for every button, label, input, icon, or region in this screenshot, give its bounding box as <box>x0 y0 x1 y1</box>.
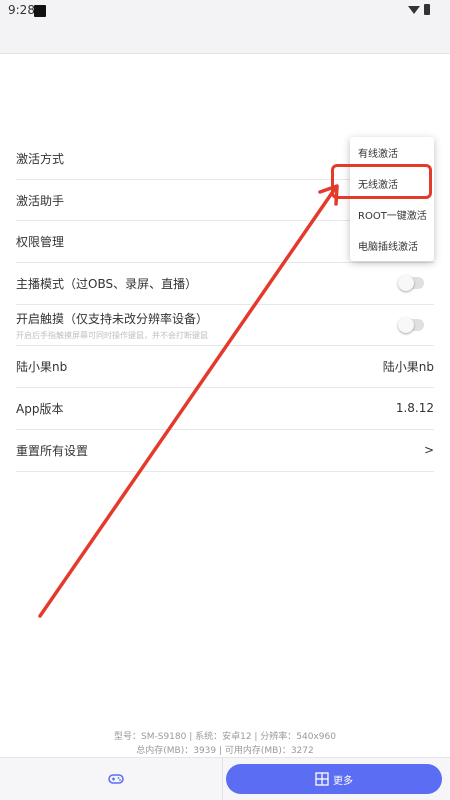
activation-menu: 有线激活 无线激活 ROOT一键激活 电脑插线激活 <box>350 137 434 261</box>
wifi-icon <box>408 5 420 14</box>
settings-row-enable-touch: 开启触摸（仅支持未改分辨率设备） 开启后手指触摸屏幕可同时操作键鼠，并不会打断键… <box>16 305 434 347</box>
streamer-mode-label: 主播模式（过OBS、录屏、直播） <box>16 276 198 291</box>
user-value: 陆小果nb <box>382 360 434 375</box>
app-toolbar <box>0 22 450 54</box>
settings-row-streamer-mode: 主播模式（过OBS、录屏、直播） <box>16 263 434 305</box>
settings-row-app-version: App版本 1.8.12 <box>16 388 434 430</box>
menu-item-root-activation[interactable]: ROOT一键激活 <box>350 199 434 230</box>
enable-touch-toggle[interactable] <box>398 317 424 334</box>
reset-all-label: 重置所有设置 <box>16 443 89 458</box>
menu-item-pc-cable-activation[interactable]: 电脑插线激活 <box>350 230 434 261</box>
device-info-line-2: 总内存(MB)：3939 | 可用内存(MB)：3272 <box>136 746 314 756</box>
device-info-line-1: 型号：SM-S9180 | 系统：安卓12 | 分辨率：540x960 <box>114 732 336 742</box>
user-label: 陆小果nb <box>16 360 68 375</box>
app-version-label: App版本 <box>16 401 64 416</box>
bottom-divider <box>222 758 223 800</box>
toggle-knob <box>398 317 414 334</box>
streamer-mode-toggle[interactable] <box>398 275 424 292</box>
more-label: 更多 <box>333 775 353 787</box>
settings-row-user[interactable]: 陆小果nb 陆小果nb <box>16 346 434 389</box>
menu-item-wireless-activation[interactable]: 无线激活 <box>350 168 434 199</box>
enable-touch-label: 开启触摸（仅支持未改分辨率设备） <box>16 311 209 326</box>
bottom-nav: 更多 <box>0 757 450 800</box>
activation-mode-label: 激活方式 <box>16 151 65 166</box>
more-button[interactable]: 更多 <box>226 764 442 794</box>
notification-square-icon <box>34 5 46 17</box>
gamepad-button[interactable] <box>96 768 136 790</box>
menu-item-wired-activation[interactable]: 有线激活 <box>350 137 434 168</box>
status-icons <box>408 4 430 15</box>
toggle-knob <box>398 275 414 292</box>
permission-management-label: 权限管理 <box>16 235 65 250</box>
activation-helper-label: 激活助手 <box>16 193 65 208</box>
device-info: 型号：SM-S9180 | 系统：安卓12 | 分辨率：540x960 总内存(… <box>0 730 450 758</box>
grid-icon <box>315 772 329 786</box>
app-version-value: 1.8.12 <box>395 401 434 416</box>
chevron-right-icon: > <box>423 443 434 458</box>
gamepad-icon <box>108 774 124 784</box>
enable-touch-note: 开启后手指触摸屏幕可同时操作键鼠，并不会打断键鼠 <box>16 330 208 340</box>
status-time: 9:28 <box>8 3 35 17</box>
status-bar: 9:28 <box>0 0 450 22</box>
battery-icon <box>424 4 430 15</box>
settings-row-reset-all[interactable]: 重置所有设置 > <box>16 430 434 472</box>
